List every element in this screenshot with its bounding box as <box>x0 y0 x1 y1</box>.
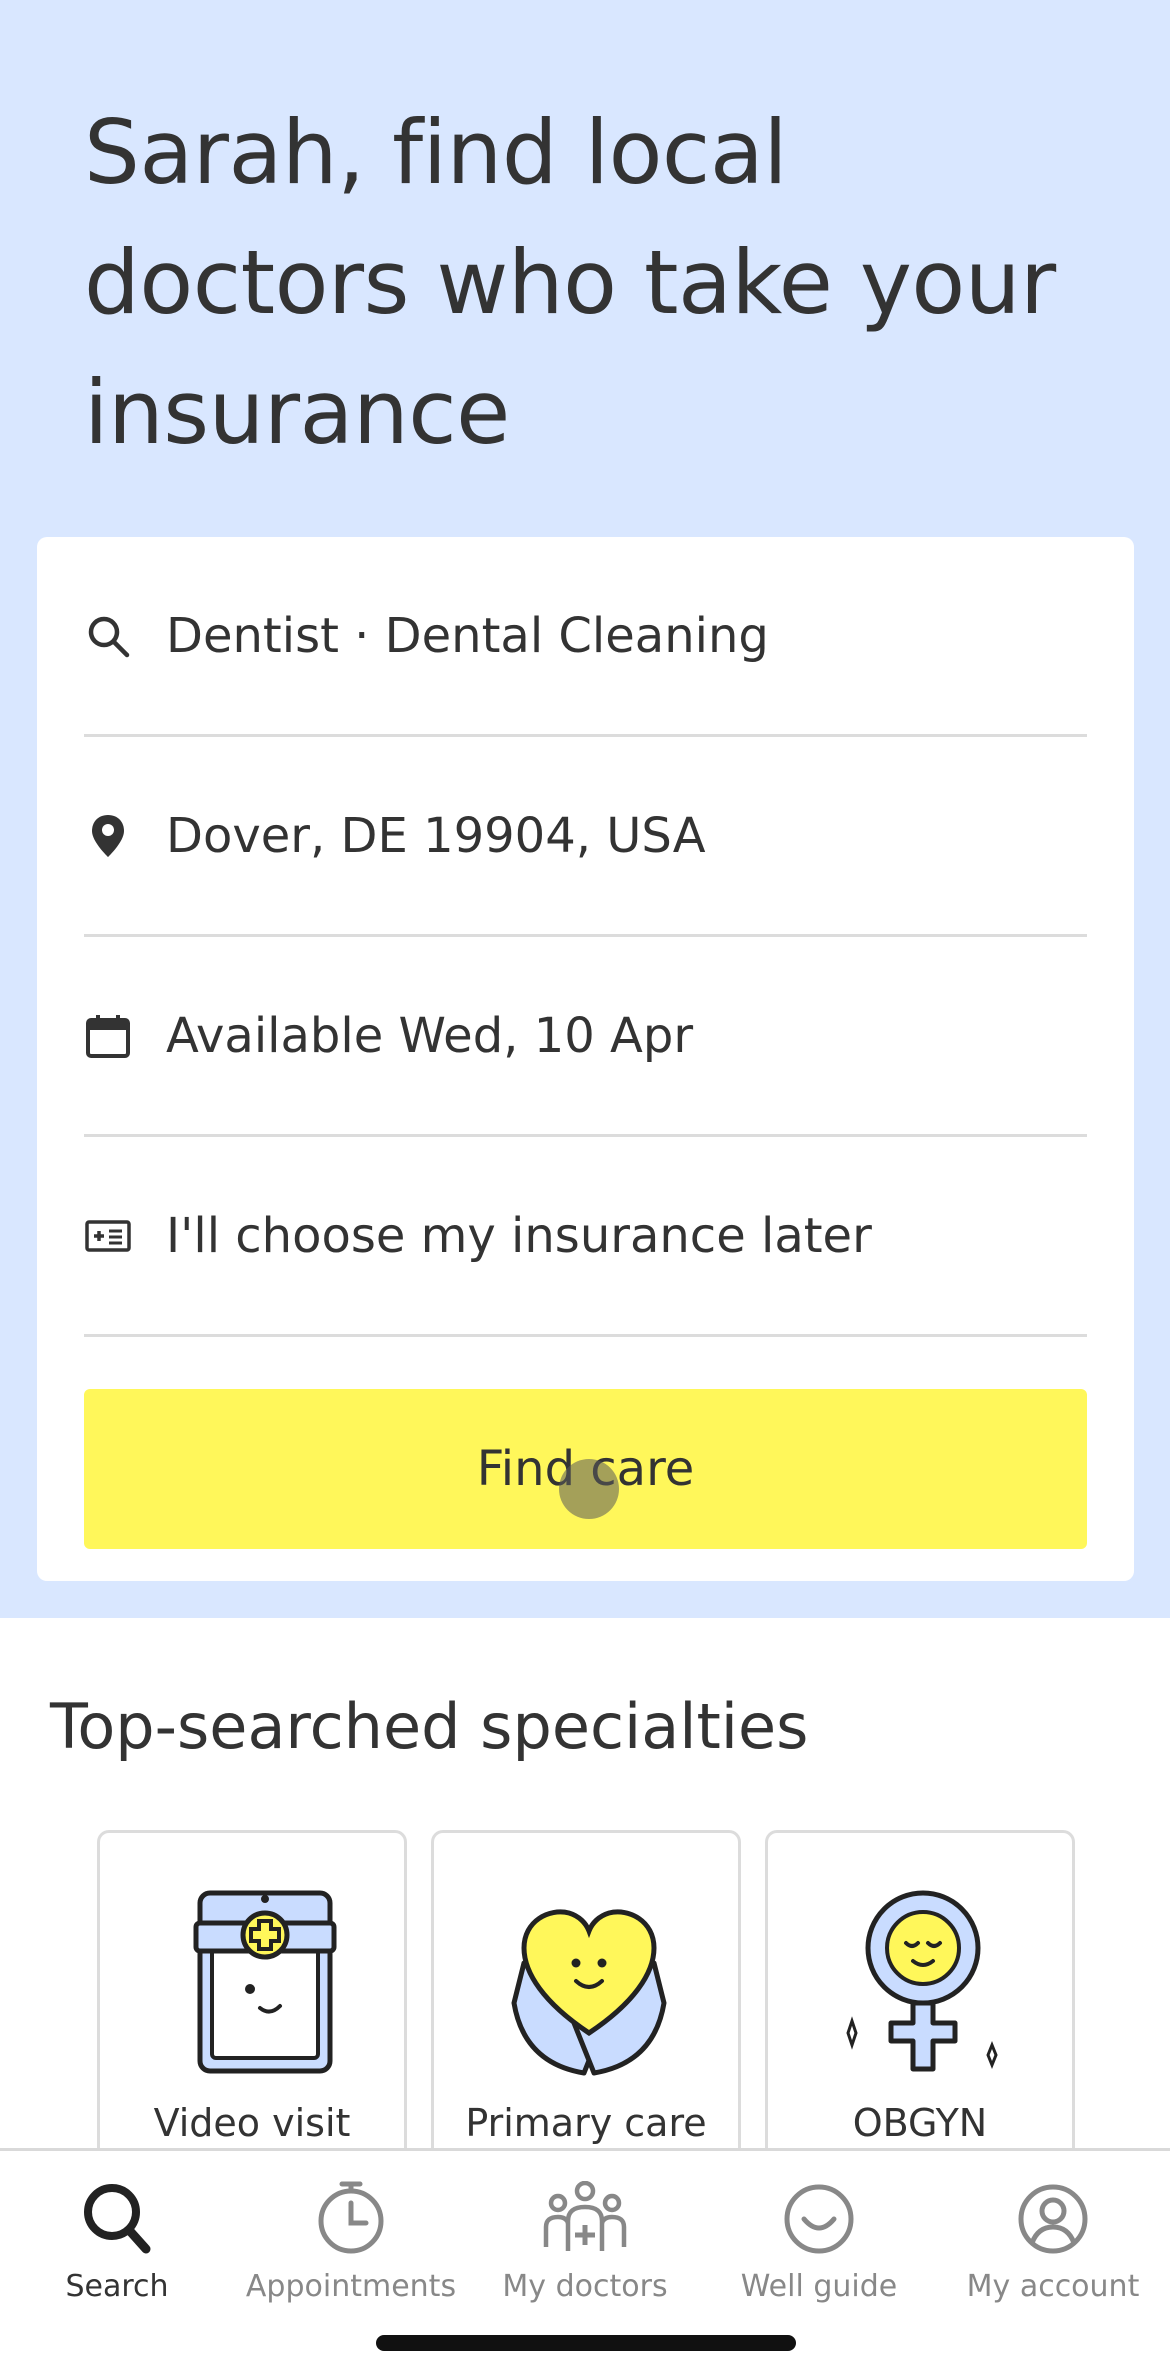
primary-care-icon <box>511 1909 667 2076</box>
specialties-title: Top-searched specialties <box>50 1690 809 1763</box>
specialty-value: Dentist · Dental Cleaning <box>166 607 769 664</box>
insurance-card-icon <box>84 1212 132 1260</box>
nav-item-appointments[interactable]: Appointments <box>234 2181 468 2311</box>
nav-item-my-doctors[interactable]: My doctors <box>468 2181 702 2311</box>
nav-label: Search <box>65 2269 169 2304</box>
tile-label: OBGYN <box>852 2101 988 2145</box>
nav-label: My account <box>966 2269 1140 2304</box>
availability-field[interactable]: Available Wed, 10 Apr <box>84 937 1087 1137</box>
location-pin-icon <box>84 812 132 860</box>
location-field[interactable]: Dover, DE 19904, USA <box>84 737 1087 937</box>
nav-item-my-account[interactable]: My account <box>936 2181 1170 2311</box>
video-visit-icon <box>193 1890 337 2074</box>
specialty-field[interactable]: Dentist · Dental Cleaning <box>84 537 1087 737</box>
search-icon <box>84 612 132 660</box>
obgyn-icon <box>846 1890 998 2072</box>
availability-value: Available Wed, 10 Apr <box>166 1007 694 1064</box>
specialty-tile-obgyn[interactable]: OBGYN <box>765 1830 1075 2190</box>
timer-icon <box>318 2181 384 2254</box>
account-icon <box>1018 2184 1088 2254</box>
nav-label: My doctors <box>502 2269 668 2304</box>
smile-icon <box>784 2184 854 2254</box>
people-icon <box>543 2181 627 2251</box>
insurance-value: I'll choose my insurance later <box>166 1207 872 1264</box>
nav-item-well-guide[interactable]: Well guide <box>702 2181 936 2311</box>
specialty-tile-primary-care[interactable]: Primary care <box>431 1830 741 2190</box>
nav-label: Appointments <box>245 2269 457 2304</box>
specialty-tile-video-visit[interactable]: Video visit <box>97 1830 407 2190</box>
touch-indicator <box>559 1459 619 1519</box>
tile-label: Video visit <box>153 2101 351 2145</box>
insurance-field[interactable]: I'll choose my insurance later <box>84 1137 1087 1337</box>
calendar-icon <box>84 1012 132 1060</box>
tile-label: Primary care <box>465 2101 707 2145</box>
nav-item-search[interactable]: Search <box>0 2181 234 2311</box>
page-headline: Sarah, find local doctors who take your … <box>84 101 1056 464</box>
search-card: Dentist · Dental Cleaning Dover, DE 1990… <box>37 537 1134 1581</box>
nav-label: Well guide <box>740 2269 898 2304</box>
search-icon <box>84 2184 151 2254</box>
hero-section: Sarah, find local doctors who take your … <box>0 0 1170 1618</box>
location-value: Dover, DE 19904, USA <box>166 807 706 864</box>
home-indicator[interactable] <box>376 2335 796 2351</box>
